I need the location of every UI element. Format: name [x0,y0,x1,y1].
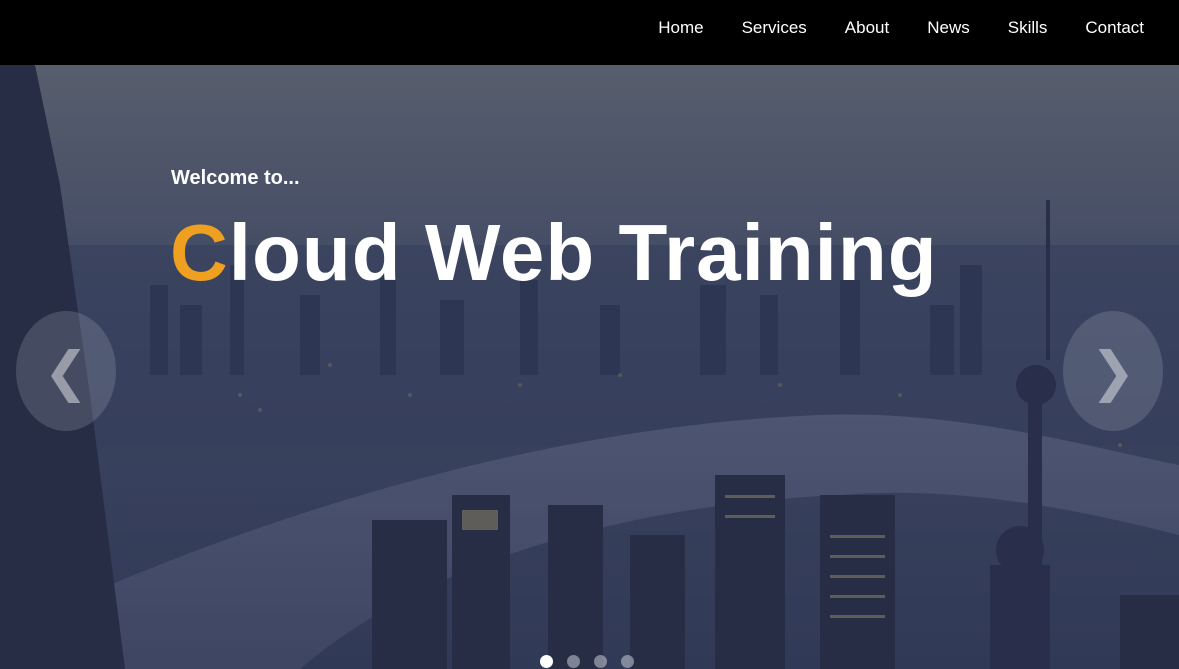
hero-dark-overlay [0,65,1179,669]
nav-link-news[interactable]: News [927,18,970,38]
nav-link-about[interactable]: About [845,18,889,38]
nav-links: Home Services About News Skills Contact [620,0,1144,56]
chevron-right-icon: ❯ [1090,339,1136,403]
carousel-dot-2[interactable] [567,655,580,668]
carousel-dot-1[interactable] [540,655,553,668]
carousel-indicators [540,655,634,668]
carousel-dot-3[interactable] [594,655,607,668]
carousel-next-button[interactable]: ❯ [1063,311,1163,431]
hero-title-rest: loud Web Training [228,208,938,297]
nav-link-skills[interactable]: Skills [1008,18,1048,38]
hero-title: Cloud Web Training [170,205,938,301]
hero-title-accent-letter: C [170,208,229,297]
chevron-left-icon: ❮ [43,339,89,403]
carousel-dot-4[interactable] [621,655,634,668]
nav-link-home[interactable]: Home [658,18,703,38]
nav-link-services[interactable]: Services [742,18,807,38]
top-navbar: Home Services About News Skills Contact [0,0,1179,65]
carousel-prev-button[interactable]: ❮ [16,311,116,431]
hero-carousel: Welcome to... Cloud Web Training ❮ ❯ [0,65,1179,669]
hero-welcome-text: Welcome to... [171,167,300,189]
nav-link-contact[interactable]: Contact [1085,18,1144,38]
